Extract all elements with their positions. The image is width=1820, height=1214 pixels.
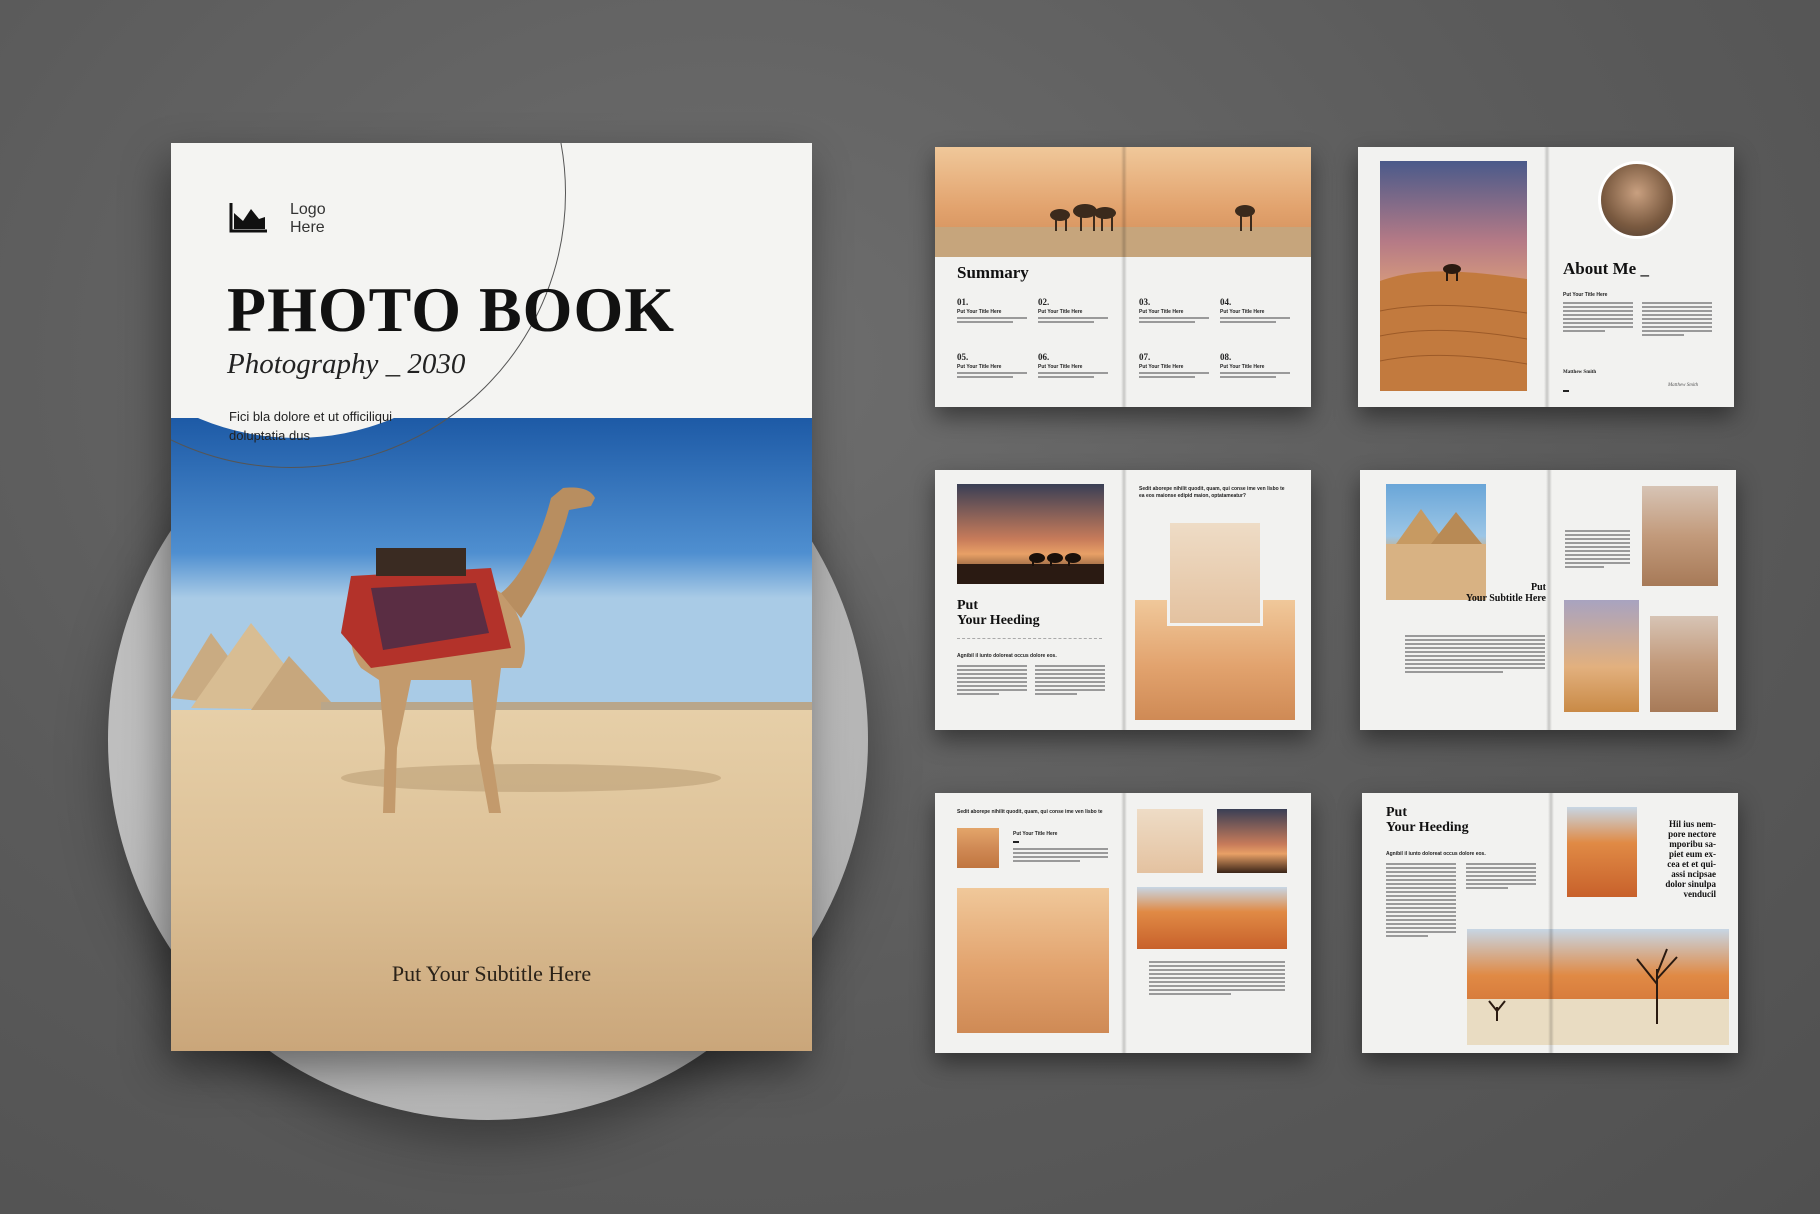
cover-photo-camel-pyramids [171,418,812,1051]
summary-item-title: Put Your Title Here [1139,309,1184,315]
spread-riders: Sedit aborepe nihilit quodit, quam, qui … [935,793,1311,1053]
riders-divider [1013,841,1019,843]
cover-description: Fici bla dolore et ut officiliqui dolupt… [229,409,393,443]
dead-tree-silhouette [1467,948,1729,1045]
red-dune-trail-photo [1567,807,1637,897]
riders-dunes-photo [957,888,1109,1033]
pyramids-text-right [1565,530,1630,570]
cover-page: Logo Here PHOTO BOOK Photography _ 2030 … [171,143,812,1051]
summary-item-title: Put Your Title Here [1220,364,1265,370]
summary-item-title: Put Your Title Here [957,364,1002,370]
about-divider [1563,390,1569,392]
about-signature: Matthew Smith [1668,383,1699,388]
heeding-text-right [1035,665,1105,697]
heeding-text-left [957,665,1027,697]
dune-waves [1379,264,1528,391]
pyramids-text [1405,635,1545,675]
riders-quote: Sedit aborepe nihilit quodit, quam, qui … [957,809,1103,815]
rider-portrait-photo [1137,809,1203,873]
summary-item-text [1220,317,1290,325]
dune-lone-camel-photo [1650,616,1718,712]
dune-camel-photo [1642,486,1718,586]
heading-divider [957,638,1102,639]
summary-item-num: 04. [1220,297,1232,307]
summary-item-text [1038,317,1108,325]
summary-item-text [1038,372,1108,380]
caravan-silhouette [957,553,1104,584]
heeding-heading: Put Your Heeding [957,598,1040,628]
summary-item-text [957,372,1027,380]
heeding2-heading: Put Your Heeding [1386,805,1469,835]
summary-item-text [1220,372,1290,380]
summary-item-title: Put Your Title Here [1038,309,1083,315]
red-dunes-photo [1137,887,1287,949]
pyramids-heading: Put Your Subtitle Here [1465,582,1546,604]
heeding-quote: Sedit aborepe nihilit quodit, quam, qui … [1139,486,1285,499]
summary-item-num: 01. [957,297,969,307]
about-small-title: Put Your Title Here [1563,292,1608,298]
heeding-lead: Agnibil il iunto doloreat occus dolore e… [957,653,1057,659]
spread-pyramids: Put Your Subtitle Here [1360,470,1736,730]
logo-text: Logo Here [290,201,326,236]
pull-quote: Hil ius nem- pore nectore mporibu sa- pi… [1665,819,1716,899]
camel-silhouettes [935,204,1311,257]
summary-item-num: 03. [1139,297,1151,307]
riders-text [1013,848,1108,864]
riders-text-right [1149,961,1285,997]
avatar [1598,161,1676,239]
heeding2-text-left [1386,863,1456,939]
summary-item-num: 02. [1038,297,1050,307]
summary-item-title: Put Your Title Here [1220,309,1265,315]
summary-item-num: 05. [957,352,969,362]
summary-item-title: Put Your Title Here [1139,364,1184,370]
about-heading: About Me _ [1563,259,1649,278]
cover-title: PHOTO BOOK [227,274,675,345]
summary-heading: Summary [957,263,1029,282]
dusk-camel-photo [1564,600,1639,712]
camel-portrait-photo [1167,520,1263,626]
sunset-caravan-photo [957,484,1104,584]
spread-about-me: About Me _ Put Your Title Here Matthew S… [1358,147,1734,407]
heeding2-text-right [1466,863,1536,891]
deadvlei-tree-photo [1467,929,1729,1045]
summary-item-num: 07. [1139,352,1151,362]
desert-caravan-photo [935,147,1311,257]
heeding2-lead: Agnibil il iunto doloreat occus dolore e… [1386,851,1486,857]
summary-item-text [1139,317,1209,325]
spread-summary: Summary 01. Put Your Title Here 02. Put … [935,147,1311,407]
logo-chart-icon [229,203,267,233]
summary-item-title: Put Your Title Here [957,309,1002,315]
cover-subtitle: Photography _ 2030 [227,348,466,380]
about-name: Matthew Smith [1563,370,1597,375]
thumb-caravan-photo [957,828,999,868]
summary-item-num: 06. [1038,352,1050,362]
riders-small-title: Put Your Title Here [1013,831,1058,837]
about-text-right [1642,302,1712,338]
desert-camel-sky-photo [1379,161,1528,391]
spread-heeding-2: Put Your Heeding Agnibil il iunto dolore… [1362,793,1738,1053]
summary-item-text [1139,372,1209,380]
summary-item-title: Put Your Title Here [1038,364,1083,370]
summary-item-text [957,317,1027,325]
sunset-thumb-photo [1217,809,1287,873]
cover-bottom-subtitle: Put Your Subtitle Here [391,961,592,986]
spread-heeding-1: Put Your Heeding Agnibil il iunto dolore… [935,470,1311,730]
about-text-left [1563,302,1633,334]
summary-item-num: 08. [1220,352,1232,362]
